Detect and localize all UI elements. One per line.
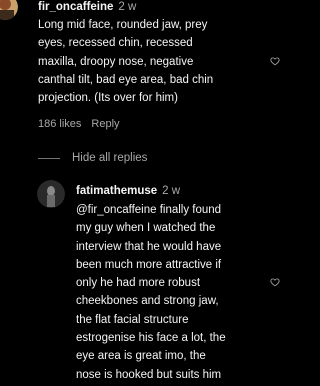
reply-username[interactable]: fatimathemuse (76, 185, 157, 197)
heart-outline-icon[interactable] (270, 277, 280, 287)
reply-item: fatimathemuse 2 w @fir_oncaffeine finally… (0, 180, 280, 386)
comment-item: fir_oncaffeine 2 w Long mid face, rounded… (0, 0, 280, 140)
avatar[interactable] (0, 0, 18, 20)
comment-meta: 186 likes Reply (38, 118, 120, 130)
comment-text: Long mid face, rounded jaw, prey eyes, r… (38, 19, 214, 105)
likes-count[interactable]: 186 likes (38, 118, 81, 130)
avatar[interactable] (37, 180, 65, 208)
thread-divider (38, 158, 60, 159)
hide-replies-button[interactable]: Hide all replies (72, 152, 147, 164)
reply-button[interactable]: Reply (91, 118, 119, 130)
heart-outline-icon[interactable] (270, 56, 280, 66)
comment-timestamp: 2 w (118, 1, 137, 13)
comment-username[interactable]: fir_oncaffeine (38, 1, 113, 13)
reply-text: @fir_oncaffeine finally found my guy whe… (76, 204, 226, 381)
reply-timestamp: 2 w (162, 185, 181, 197)
